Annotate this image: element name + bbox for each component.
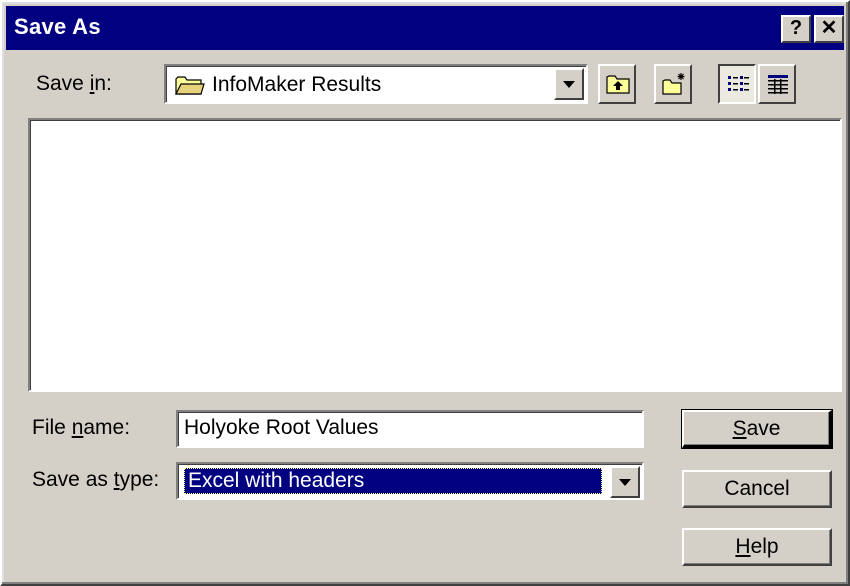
- details-view-button[interactable]: [758, 64, 796, 104]
- help-button[interactable]: Help: [682, 528, 832, 566]
- file-list[interactable]: [28, 118, 842, 392]
- new-folder-button[interactable]: [654, 64, 692, 104]
- save-in-label: Save in:: [36, 72, 112, 95]
- new-folder-icon: [662, 73, 685, 95]
- save-as-type-selection: Excel with headers: [184, 468, 602, 494]
- window-title: Save As: [14, 14, 101, 39]
- save-as-dialog: Save As ? ✕ Save in: InfoMaker Results F…: [0, 0, 850, 586]
- save-as-type-value: Excel with headers: [188, 469, 365, 492]
- title-bar[interactable]: Save As ? ✕: [6, 6, 844, 50]
- save-button[interactable]: Save: [681, 409, 833, 449]
- cancel-button[interactable]: Cancel: [682, 470, 832, 508]
- save-as-type-dropdown-arrow[interactable]: [610, 466, 640, 498]
- folder-icon: [175, 76, 205, 95]
- list-view-icon: [728, 76, 749, 91]
- up-one-level-button[interactable]: [598, 64, 636, 104]
- up-one-level-icon: [606, 75, 630, 94]
- save-in-dropdown-arrow[interactable]: [554, 68, 584, 100]
- file-name-label: File name:: [32, 416, 131, 439]
- file-name-input[interactable]: Holyoke Root Values: [176, 410, 644, 448]
- details-view-icon: [768, 75, 788, 94]
- save-in-value: InfoMaker Results: [212, 73, 382, 96]
- save-as-type-dropdown[interactable]: Excel with headers: [176, 462, 644, 500]
- save-as-type-label: Save as type:: [32, 468, 160, 491]
- close-icon[interactable]: ✕: [814, 15, 844, 43]
- save-in-dropdown[interactable]: InfoMaker Results: [164, 64, 588, 104]
- help-question-icon[interactable]: ?: [781, 15, 811, 43]
- list-view-button[interactable]: [718, 64, 756, 104]
